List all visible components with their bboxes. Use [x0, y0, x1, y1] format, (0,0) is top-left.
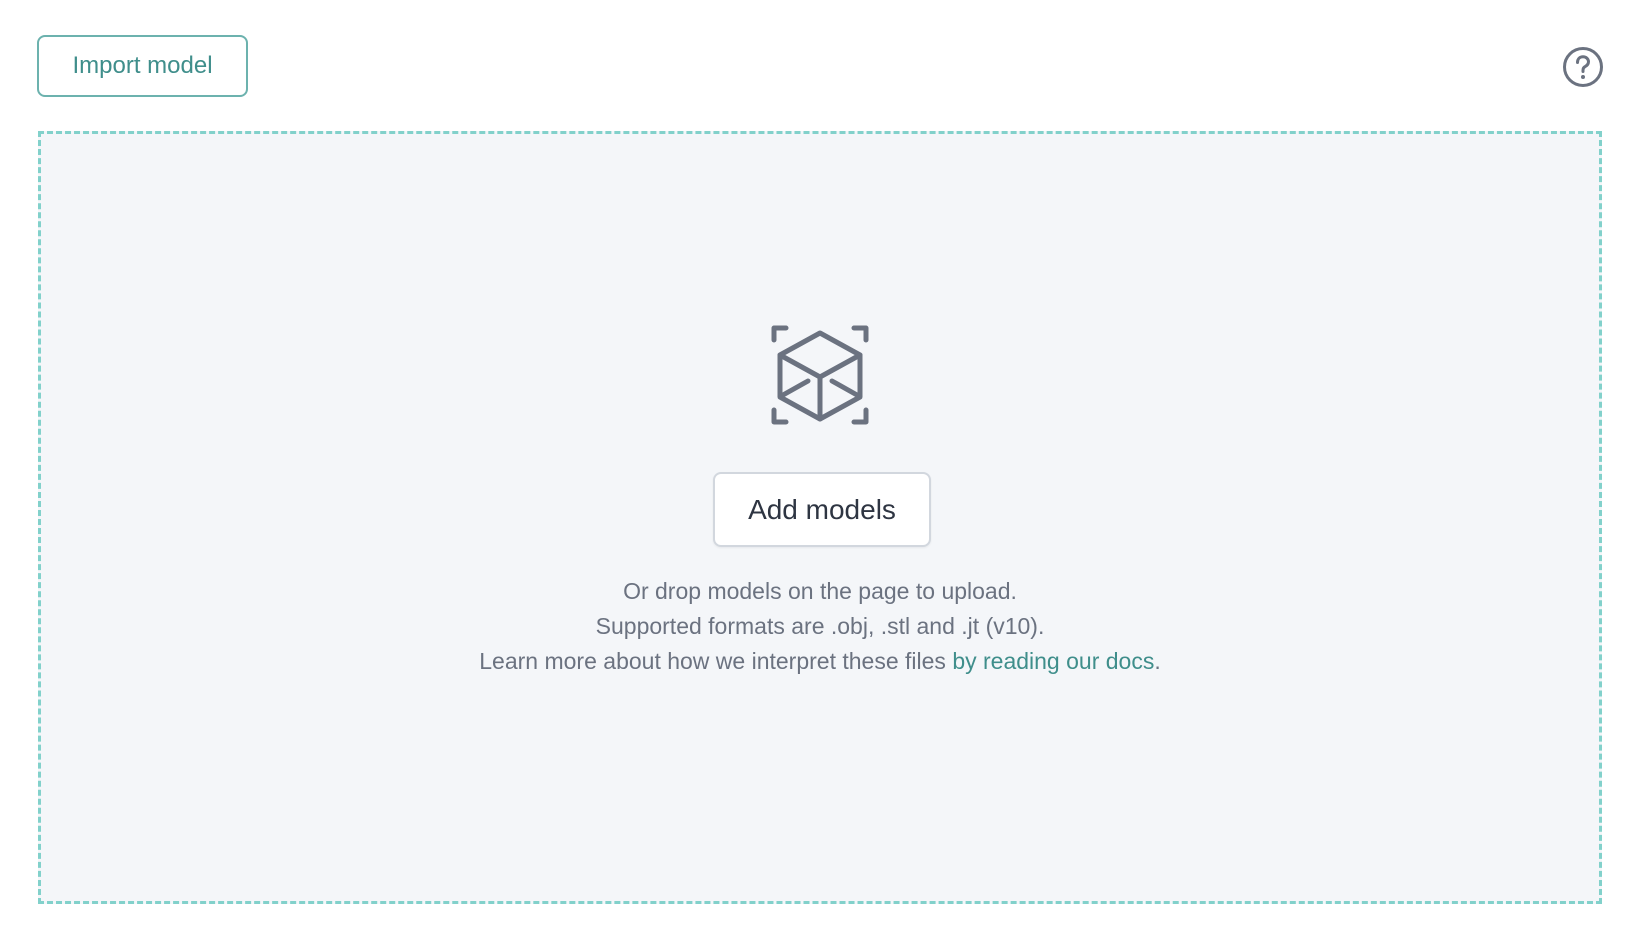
page: Import model Add models Or drop models o… — [0, 0, 1640, 952]
import-model-button[interactable]: Import model — [37, 35, 248, 97]
supported-formats-text: Supported formats are .obj, .stl and .jt… — [595, 613, 1045, 639]
drop-hint-text: Or drop models on the page to upload. — [623, 578, 1017, 604]
cube-scan-icon — [771, 325, 869, 425]
add-models-label: Add models — [748, 493, 896, 525]
learn-more-text: Learn more about how we interpret these … — [0, 644, 1640, 679]
question-circle-icon — [1563, 47, 1603, 87]
learn-more-prefix: Learn more about how we interpret these … — [479, 648, 953, 674]
import-model-label: Import model — [72, 52, 213, 79]
add-models-button[interactable]: Add models — [713, 472, 931, 547]
docs-link[interactable]: by reading our docs — [952, 648, 1154, 674]
learn-more-suffix: . — [1154, 648, 1161, 674]
help-button[interactable] — [1562, 46, 1604, 88]
